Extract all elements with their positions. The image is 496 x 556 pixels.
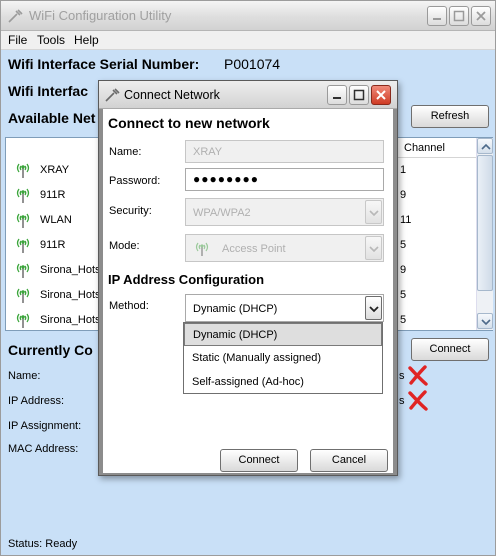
menu-help[interactable]: Help <box>74 33 99 47</box>
status-text: Status: Ready <box>8 538 78 550</box>
channel-column-header[interactable]: Channel <box>398 138 478 158</box>
dialog-minimize-button[interactable] <box>327 85 347 105</box>
signal-icon <box>16 288 30 303</box>
info-ip-trailing: s <box>399 395 405 407</box>
menu-tools[interactable]: Tools <box>37 33 65 47</box>
method-dropdown-list: Dynamic (DHCP) Static (Manually assigned… <box>183 322 383 394</box>
security-select-value: WPA/WPA2 <box>193 207 251 219</box>
info-ip-label: IP Address: <box>8 395 65 407</box>
dialog-cancel-button[interactable]: Cancel <box>310 449 388 472</box>
network-name: 911R <box>40 189 66 201</box>
info-name-label: Name: <box>8 370 41 382</box>
network-name: Sirona_Hots <box>40 314 101 326</box>
name-field: XRAY <box>185 140 384 163</box>
method-option-static[interactable]: Static (Manually assigned) <box>184 347 382 370</box>
name-label: Name: <box>109 146 142 158</box>
close-button[interactable] <box>471 6 491 26</box>
network-channel: 5 <box>400 239 407 251</box>
method-select[interactable]: Dynamic (DHCP) <box>185 294 384 322</box>
close-icon <box>376 90 386 100</box>
maximize-button[interactable] <box>449 6 469 26</box>
method-select-value: Dynamic (DHCP) <box>193 303 278 315</box>
minimize-icon <box>433 18 441 20</box>
menu-file[interactable]: File <box>8 33 27 47</box>
signal-icon <box>16 213 30 228</box>
signal-icon <box>16 238 30 253</box>
main-connect-button[interactable]: Connect <box>411 338 489 361</box>
dialog-heading: Connect to new network <box>108 115 270 131</box>
dialog-maximize-button[interactable] <box>349 85 369 105</box>
interface-label: Wifi Interfac <box>8 83 88 99</box>
red-x-icon <box>408 390 428 411</box>
password-field[interactable]: ●●●●●●●● <box>185 168 384 191</box>
dialog-title: Connect Network <box>124 88 220 102</box>
menu-bar: File Tools Help <box>1 31 495 50</box>
info-name-trailing: s <box>399 370 405 382</box>
network-name: 911R <box>40 239 66 251</box>
available-networks-label: Available Net <box>8 110 96 126</box>
network-channel: 5 <box>400 289 407 301</box>
network-name: Sirona_Hots <box>40 264 101 276</box>
name-field-value: XRAY <box>193 146 223 158</box>
network-channel: 11 <box>400 214 412 226</box>
wrench-icon <box>105 88 120 102</box>
minimize-icon <box>333 97 341 99</box>
scroll-up-button[interactable] <box>477 138 493 154</box>
mode-dropdown-arrow <box>365 236 382 260</box>
password-label: Password: <box>109 175 161 187</box>
red-x-icon <box>408 365 428 386</box>
info-mac-label: MAC Address: <box>8 443 79 455</box>
status-bar: Status: Ready <box>1 535 495 555</box>
signal-icon <box>16 188 30 203</box>
close-icon <box>476 11 486 21</box>
wrench-icon <box>8 9 23 23</box>
serial-value: P001074 <box>224 56 281 72</box>
signal-icon <box>195 242 209 256</box>
mode-label: Mode: <box>109 240 140 252</box>
security-label: Security: <box>109 205 152 217</box>
dialog-body: Connect to new network Name: XRAY Passwo… <box>103 109 393 473</box>
chevron-down-icon <box>369 306 379 313</box>
serial-label: Wifi Interface Serial Number: <box>8 56 200 72</box>
security-dropdown-arrow <box>365 200 382 224</box>
method-option-dhcp[interactable]: Dynamic (DHCP) <box>184 323 382 346</box>
signal-icon <box>16 163 30 178</box>
network-name: XRAY <box>40 164 70 176</box>
mode-select: Access Point <box>185 234 384 262</box>
chevron-up-icon <box>481 143 491 150</box>
info-ip-assignment-label: IP Assignment: <box>8 420 82 432</box>
method-option-adhoc[interactable]: Self-assigned (Ad-hoc) <box>184 371 382 394</box>
security-select: WPA/WPA2 <box>185 198 384 226</box>
maximize-icon <box>453 10 465 22</box>
chevron-down-icon <box>481 319 491 326</box>
dialog-close-button[interactable] <box>371 85 391 105</box>
chevron-down-icon <box>369 210 379 217</box>
network-channel: 9 <box>400 264 407 276</box>
window-title: WiFi Configuration Utility <box>29 8 172 23</box>
network-name: Sirona_Hots <box>40 289 101 301</box>
network-channel: 9 <box>400 189 407 201</box>
signal-icon <box>16 263 30 278</box>
maximize-icon <box>353 89 365 101</box>
currently-connected-label: Currently Co <box>8 342 93 358</box>
main-titlebar: WiFi Configuration Utility <box>1 1 495 31</box>
dialog-titlebar: Connect Network <box>99 81 397 109</box>
network-channel: 1 <box>400 164 407 176</box>
mode-select-value: Access Point <box>222 243 286 255</box>
refresh-button[interactable]: Refresh <box>411 105 489 128</box>
network-name: WLAN <box>40 214 72 226</box>
dialog-connect-button[interactable]: Connect <box>220 449 298 472</box>
minimize-button[interactable] <box>427 6 447 26</box>
method-dropdown-arrow[interactable] <box>365 296 382 320</box>
method-label: Method: <box>109 300 149 312</box>
chevron-down-icon <box>369 246 379 253</box>
signal-icon <box>16 313 30 328</box>
connect-network-dialog: Connect Network Connect to new network N… <box>98 80 398 476</box>
ip-config-heading: IP Address Configuration <box>108 272 265 287</box>
scroll-down-button[interactable] <box>477 313 493 329</box>
scroll-thumb[interactable] <box>477 155 493 291</box>
network-channel: 5 <box>400 314 407 326</box>
network-list-scrollbar[interactable] <box>476 138 493 330</box>
password-field-value: ●●●●●●●● <box>193 172 259 186</box>
